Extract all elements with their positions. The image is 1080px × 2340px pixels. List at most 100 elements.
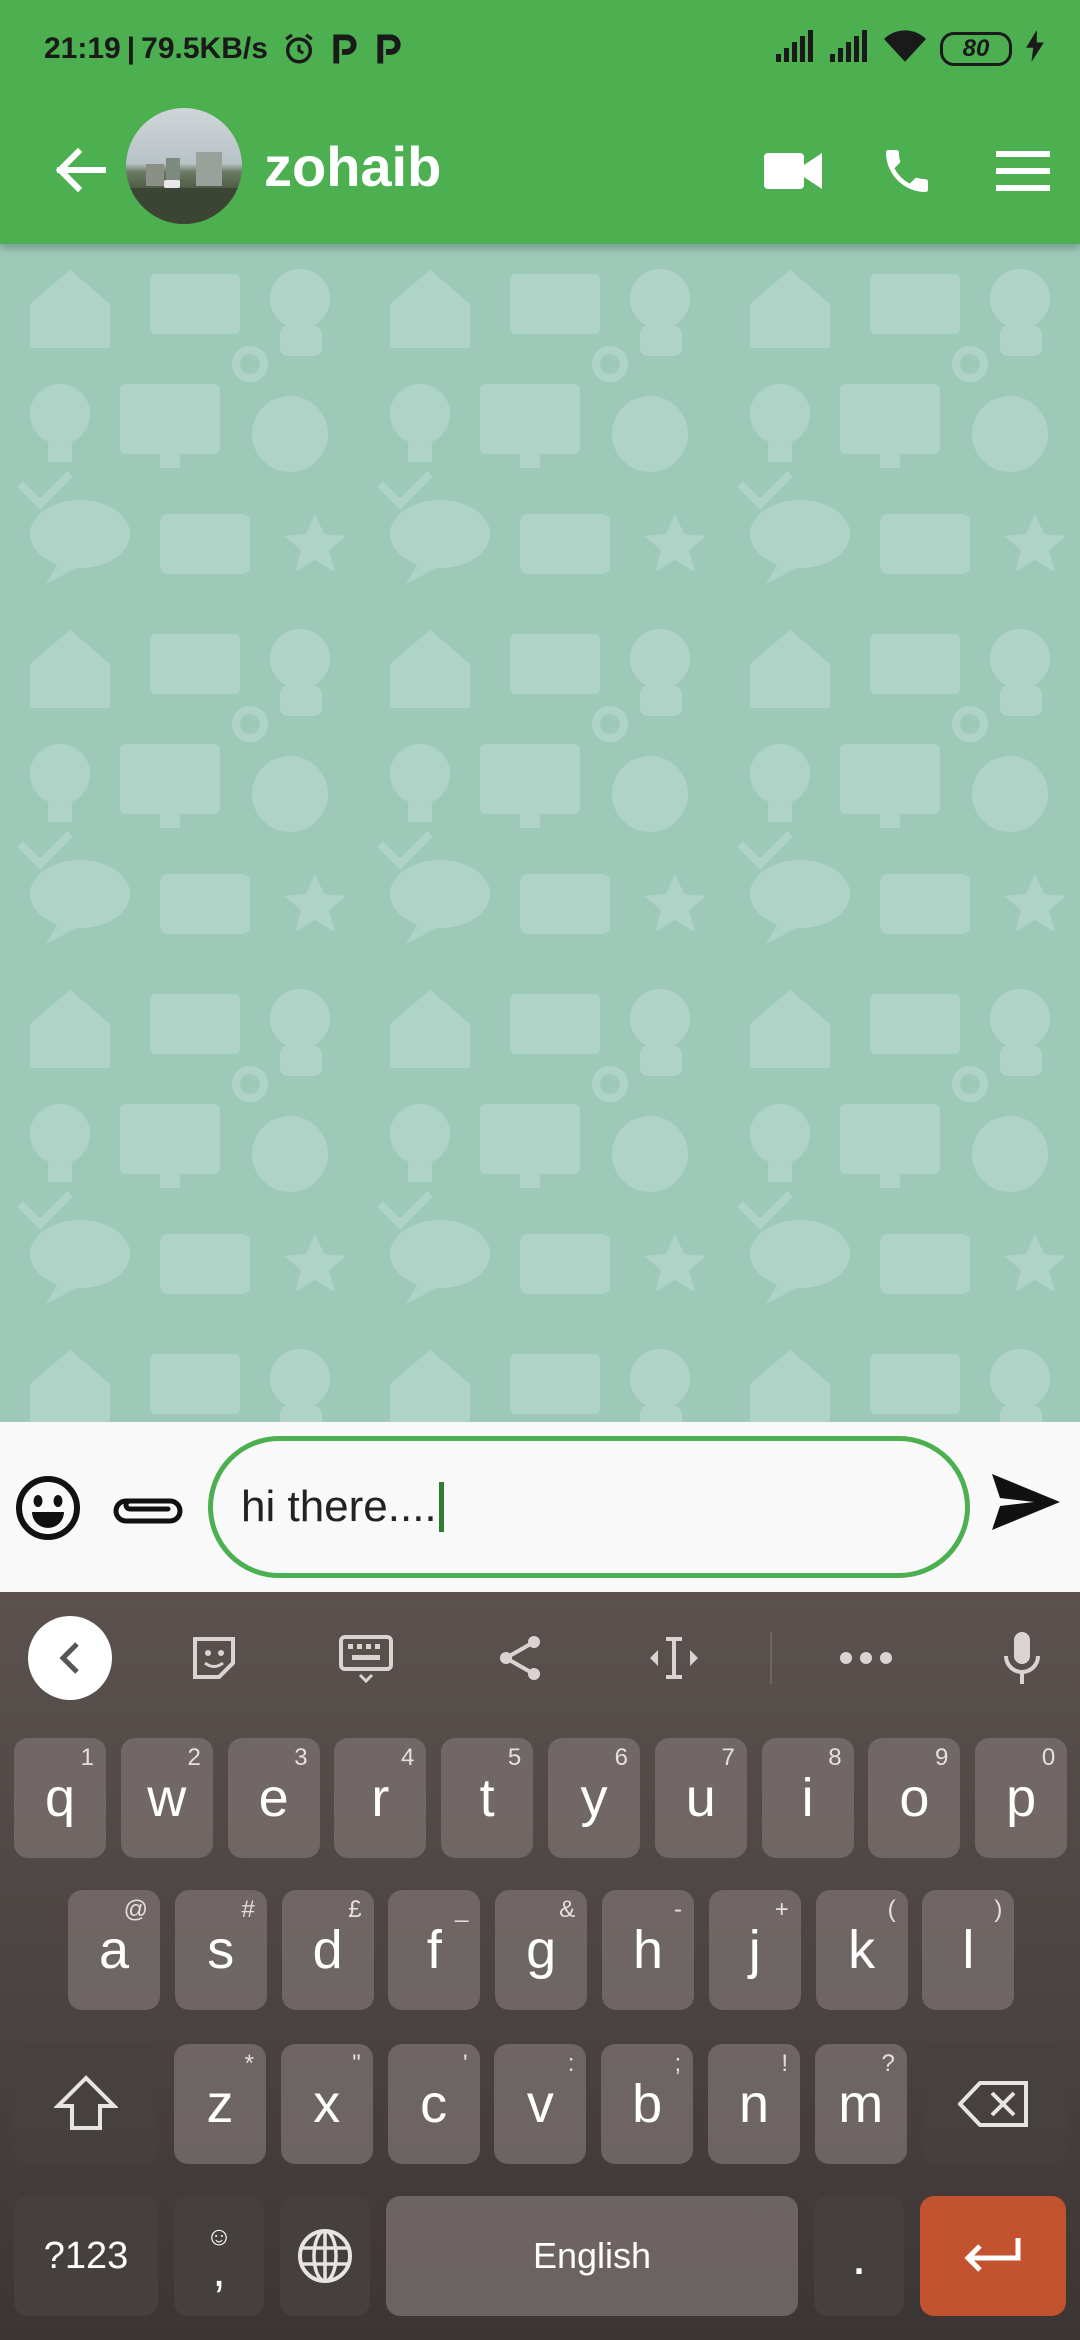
key-label: l xyxy=(962,1920,975,1980)
key-hint: 3 xyxy=(294,1744,308,1771)
return-arrow-icon xyxy=(964,2238,1021,2272)
keyboard-settings-button[interactable] xyxy=(324,1616,408,1700)
video-call-button[interactable] xyxy=(758,136,828,206)
key-hint: + xyxy=(774,1896,789,1923)
key-hint: # xyxy=(241,1896,255,1923)
key-hint: @ xyxy=(123,1896,148,1923)
key-hint: ? xyxy=(881,2050,895,2077)
phone-icon xyxy=(886,150,928,192)
message-input-text: hi there.... xyxy=(241,1482,437,1531)
menu-button[interactable] xyxy=(988,136,1058,206)
sticker-button[interactable] xyxy=(172,1616,256,1700)
key-u[interactable]: u7 xyxy=(654,1738,747,1858)
comma-key-label: , xyxy=(212,2244,226,2297)
key-k[interactable]: k( xyxy=(815,1890,908,2010)
key-n[interactable]: n! xyxy=(708,2044,800,2164)
key-e[interactable]: e3 xyxy=(227,1738,320,1858)
key-i[interactable]: i8 xyxy=(761,1738,854,1858)
video-camera-icon xyxy=(764,153,822,189)
p-app-icon xyxy=(374,33,404,65)
period-key[interactable]: . xyxy=(814,2196,904,2316)
key-q[interactable]: q1 xyxy=(14,1738,106,1858)
key-g[interactable]: g & xyxy=(495,1890,588,2010)
emoji-icon xyxy=(16,1476,80,1540)
key-f[interactable]: f _ xyxy=(388,1890,481,2010)
back-button[interactable] xyxy=(48,138,112,202)
period-key-label: . xyxy=(851,2226,867,2286)
status-net-speed: 79.5KB/s xyxy=(141,32,268,65)
key-c[interactable]: c ' xyxy=(387,2044,480,2164)
key-label: q xyxy=(44,1768,76,1828)
key-label: k xyxy=(848,1920,876,1980)
key-hint: _ xyxy=(455,1896,469,1923)
alarm-icon xyxy=(282,32,316,66)
key-label: i xyxy=(801,1768,814,1828)
key-hint: 0 xyxy=(1041,1744,1056,1771)
attach-button[interactable] xyxy=(108,1474,188,1544)
share-button[interactable] xyxy=(478,1616,562,1700)
symbols-key[interactable]: ?123 xyxy=(14,2196,158,2316)
charging-icon xyxy=(1026,30,1044,67)
key-label: o xyxy=(899,1768,930,1828)
key-label: p xyxy=(1006,1768,1037,1828)
key-b[interactable]: b; xyxy=(601,2044,694,2164)
battery-indicator: 80 xyxy=(940,31,1012,66)
voice-call-button[interactable] xyxy=(872,136,942,206)
key-r[interactable]: r4 xyxy=(334,1738,427,1858)
language-key[interactable] xyxy=(280,2196,370,2316)
key-y[interactable]: y6 xyxy=(548,1738,640,1858)
keyboard-collapse-button[interactable] xyxy=(28,1616,112,1700)
send-button[interactable] xyxy=(990,1472,1070,1546)
signal-icon xyxy=(830,30,870,67)
key-hint: ; xyxy=(674,2050,682,2077)
emoji-button[interactable] xyxy=(14,1474,84,1544)
chat-message-area[interactable] xyxy=(0,244,1080,1422)
status-separator: | xyxy=(126,32,136,65)
key-hint: 4 xyxy=(401,1744,415,1771)
shift-key[interactable] xyxy=(14,2044,158,2164)
chat-wallpaper xyxy=(0,244,1080,1422)
space-key[interactable]: English xyxy=(386,2196,798,2316)
key-hint: ' xyxy=(463,2050,468,2077)
key-label: e xyxy=(258,1768,289,1828)
key-a[interactable]: a @ xyxy=(68,1890,160,2010)
contact-name[interactable]: zohaib xyxy=(264,134,441,199)
more-options-button[interactable] xyxy=(824,1616,908,1700)
comma-key[interactable]: ☺ , xyxy=(174,2196,264,2316)
keyboard-icon xyxy=(339,1635,393,1683)
globe-icon xyxy=(298,2229,352,2283)
key-v[interactable]: v: xyxy=(494,2044,587,2164)
key-j[interactable]: j + xyxy=(708,1890,801,2010)
space-key-label: English xyxy=(532,2235,652,2276)
key-label: r xyxy=(371,1768,390,1828)
chevron-left-icon xyxy=(59,1642,79,1674)
message-composer: hi there.... xyxy=(0,1422,1080,1592)
key-label: m xyxy=(838,2074,884,2134)
key-m[interactable]: m? xyxy=(814,2044,907,2164)
key-h[interactable]: h- xyxy=(602,1890,694,2010)
avatar[interactable] xyxy=(126,108,242,224)
backspace-key[interactable] xyxy=(922,2044,1066,2164)
key-o[interactable]: o9 xyxy=(868,1738,961,1858)
voice-input-button[interactable] xyxy=(980,1616,1064,1700)
key-t[interactable]: t5 xyxy=(441,1738,534,1858)
key-label: d xyxy=(312,1920,343,1980)
key-d[interactable]: d £ xyxy=(281,1890,374,2010)
key-hint: ( xyxy=(887,1896,896,1923)
enter-key[interactable] xyxy=(920,2196,1066,2316)
signal-icon xyxy=(776,30,816,67)
key-w[interactable]: w2 xyxy=(120,1738,213,1858)
key-p[interactable]: p0 xyxy=(975,1738,1068,1858)
key-label: w xyxy=(147,1768,187,1828)
key-s[interactable]: s # xyxy=(174,1890,267,2010)
key-z[interactable]: z * xyxy=(174,2044,266,2164)
key-label: z xyxy=(206,2074,234,2134)
key-label: s xyxy=(207,1920,235,1980)
wifi-icon xyxy=(884,30,926,67)
key-label: u xyxy=(685,1768,716,1828)
key-x[interactable]: x " xyxy=(280,2044,373,2164)
key-hint: 1 xyxy=(80,1744,94,1771)
message-input[interactable]: hi there.... xyxy=(208,1436,970,1578)
text-editing-button[interactable] xyxy=(632,1616,716,1700)
key-l[interactable]: l) xyxy=(922,1890,1015,2010)
